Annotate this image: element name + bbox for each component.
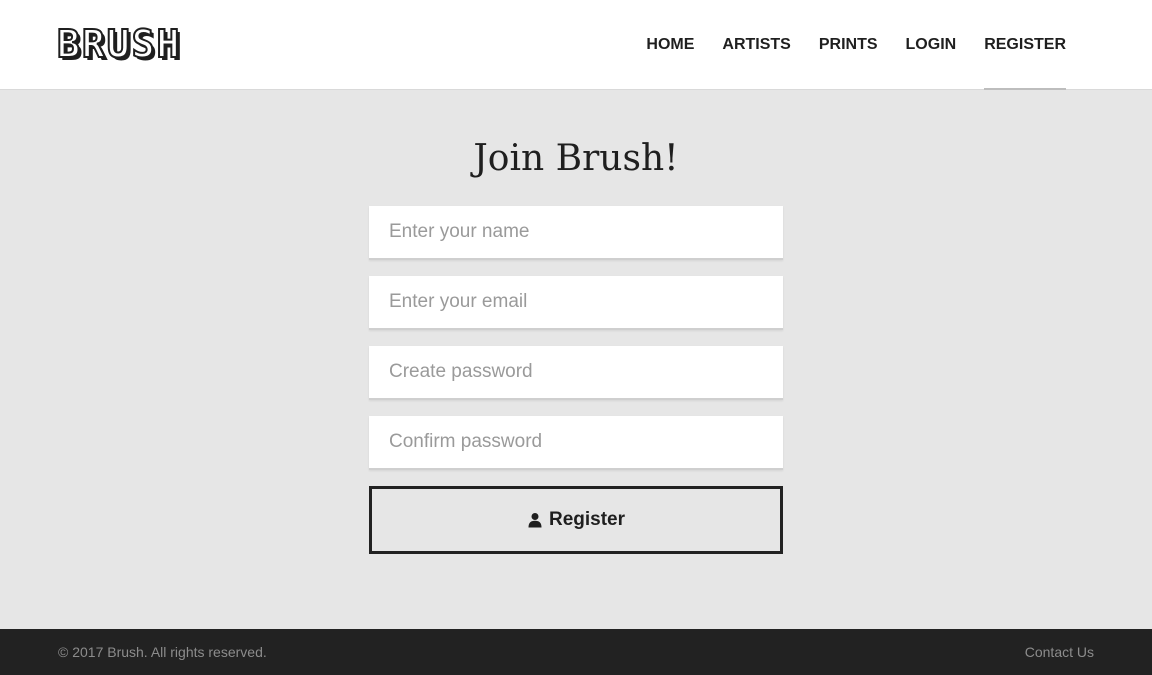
site-header: BRUSH HOME ARTISTS PRINTS LOGIN REGISTER [0, 0, 1152, 91]
user-icon [528, 513, 542, 528]
email-input[interactable] [369, 276, 783, 330]
brush-logo[interactable]: BRUSH [56, 22, 182, 66]
contact-us-link[interactable]: Contact Us [1025, 629, 1094, 675]
site-footer: © 2017 Brush. All rights reserved. Conta… [0, 629, 1152, 675]
confirm-password-input[interactable] [369, 416, 783, 470]
main-nav: HOME ARTISTS PRINTS LOGIN REGISTER [646, 0, 1066, 91]
copyright-text: © 2017 Brush. All rights reserved. [58, 644, 267, 660]
logo-text: BRUSH [56, 22, 182, 66]
nav-home[interactable]: HOME [646, 0, 694, 90]
register-form: Register [369, 206, 783, 554]
register-button[interactable]: Register [369, 486, 783, 554]
main-content: Join Brush! Register [0, 90, 1152, 629]
nav-register[interactable]: REGISTER [984, 0, 1066, 91]
register-button-label: Register [548, 509, 626, 530]
page-title: Join Brush! [473, 138, 679, 179]
name-input[interactable] [369, 206, 783, 260]
nav-artists[interactable]: ARTISTS [722, 0, 790, 90]
nav-login[interactable]: LOGIN [906, 0, 957, 90]
password-input[interactable] [369, 346, 783, 400]
nav-prints[interactable]: PRINTS [819, 0, 878, 90]
